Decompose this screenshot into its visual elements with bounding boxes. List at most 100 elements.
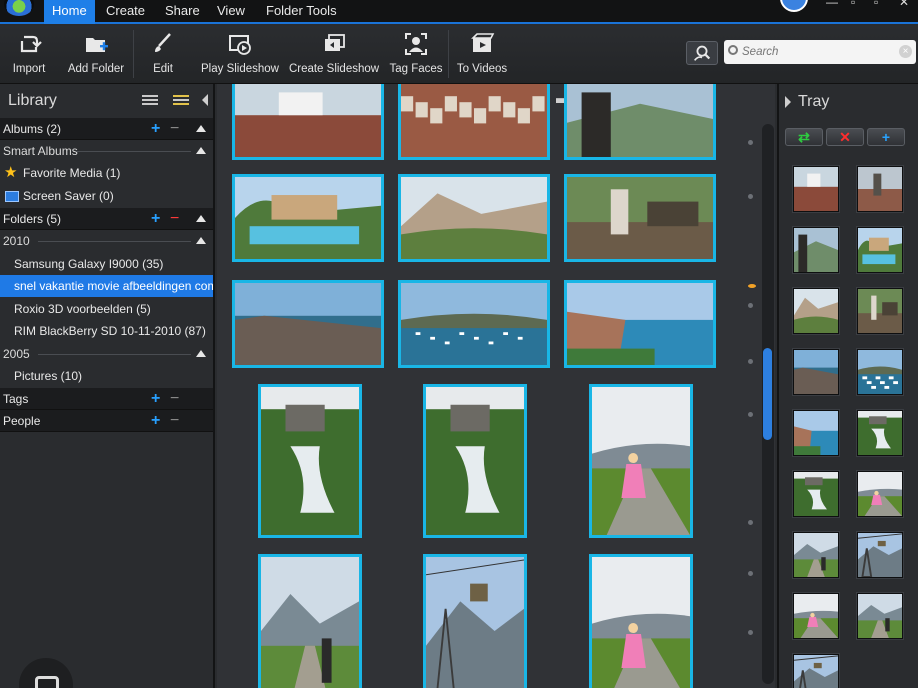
folder-item[interactable]: Pictures (10) [0,365,213,387]
folder-item[interactable]: Roxio 3D voorbeelden (5) [0,298,213,320]
tag-faces-button[interactable]: Tag Faces [388,26,444,84]
tab-folder-tools[interactable]: Folder Tools [258,0,345,24]
albums-section[interactable]: Albums (2) + − [0,118,213,140]
tray-thumbnail[interactable] [793,288,839,334]
tray-thumbnail[interactable] [857,410,903,456]
add-folder-icon[interactable]: + [151,208,160,229]
collapse-panel-icon[interactable] [202,94,208,106]
tray-thumbnail[interactable] [857,166,903,212]
photo-thumbnail[interactable] [589,554,693,688]
restore-icon[interactable]: ▫ [874,0,878,9]
tray-thumbnail[interactable] [857,471,903,517]
folder-item-selected[interactable]: snel vakantie movie afbeeldingen compi [0,275,213,297]
favorite-media-item[interactable]: ★ Favorite Media (1) [0,162,213,184]
photo-thumbnail[interactable] [258,384,362,538]
add-person-icon[interactable]: + [151,410,160,431]
scrollbar-thumb[interactable] [763,348,772,440]
timeline-marker[interactable] [748,359,753,364]
collapse-folders-icon[interactable] [196,215,206,222]
timeline-marker[interactable] [748,140,753,145]
tray-thumbnail[interactable] [793,593,839,639]
photo-thumbnail[interactable] [232,174,384,262]
photo-thumbnail[interactable] [589,384,693,538]
remove-tag-icon[interactable]: − [170,388,179,409]
tray-thumbnail[interactable] [857,593,903,639]
tray-add-button[interactable]: + [867,128,905,146]
photo-thumbnail[interactable] [423,554,527,688]
tags-section[interactable]: Tags + − [0,388,213,410]
photo-thumbnail[interactable] [398,280,550,368]
tray-thumbnail[interactable] [793,471,839,517]
to-videos-button[interactable]: To Videos [454,26,510,84]
photo-thumbnail[interactable] [423,384,527,538]
add-album-icon[interactable]: + [151,118,160,139]
import-button[interactable]: Import [8,26,50,84]
add-tag-icon[interactable]: + [151,388,160,409]
tray-remove-button[interactable]: ✕ [826,128,864,146]
app-logo-icon[interactable] [4,0,34,16]
expand-tray-icon[interactable] [785,96,791,108]
collapse-smart-albums-icon[interactable] [196,147,206,154]
play-slideshow-button[interactable]: Play Slideshow [199,26,281,84]
face-search-button[interactable] [686,41,718,65]
photo-thumbnail[interactable] [564,280,716,368]
tab-home[interactable]: Home [44,0,95,24]
timeline-marker[interactable] [748,520,753,525]
tray-thumbnail[interactable] [857,532,903,578]
remove-person-icon[interactable]: − [170,410,179,431]
folder-item[interactable]: Samsung Galaxy I9000 (35) [0,253,213,275]
remove-folder-icon[interactable]: − [170,208,179,229]
screen-saver-item[interactable]: Screen Saver (0) [0,185,213,207]
tray-thumbnail[interactable] [857,227,903,273]
photo-thumbnail[interactable] [564,84,716,160]
edit-button[interactable]: Edit [146,26,180,84]
tray-recycle-button[interactable]: ⇄ [785,128,823,146]
search-input[interactable] [742,43,892,61]
folders-section[interactable]: Folders (5) + − [0,208,213,230]
tab-share[interactable]: Share [157,0,208,24]
vertical-scrollbar[interactable] [762,124,774,684]
tray-thumbnail[interactable] [857,349,903,395]
minimize-icon[interactable]: — [826,0,838,9]
photo-thumbnail[interactable] [564,174,716,262]
create-slideshow-button[interactable]: Create Slideshow [289,26,379,84]
current-position-marker[interactable] [748,284,756,288]
sort-icon[interactable] [142,95,158,105]
photo-thumbnail[interactable] [258,554,362,688]
photo-thumbnail[interactable] [398,174,550,262]
year-2005-group[interactable]: 2005 [0,343,213,365]
tab-create[interactable]: Create [98,0,153,24]
maximize-icon[interactable]: ▫ [851,0,855,9]
smart-albums-section[interactable]: Smart Albums [0,140,213,162]
help-icon[interactable] [780,0,808,12]
tray-thumbnail[interactable] [793,227,839,273]
folder-item[interactable]: RIM BlackBerry SD 10-11-2010 (87) [0,320,213,342]
tray-thumbnail[interactable] [793,532,839,578]
add-folder-button[interactable]: Add Folder [65,26,127,84]
timeline-marker[interactable] [748,303,753,308]
tray-thumbnail[interactable] [793,654,839,688]
timeline-marker[interactable] [748,412,753,417]
tray-thumbnail[interactable] [793,166,839,212]
tab-view[interactable]: View [209,0,253,24]
tray-thumbnail[interactable] [793,349,839,395]
timeline-marker[interactable] [748,194,753,199]
photo-thumbnail[interactable] [398,84,550,160]
folder-item-label: RIM BlackBerry SD 10-11-2010 (87) [14,324,206,338]
photo-thumbnail[interactable] [232,280,384,368]
people-section[interactable]: People + − [0,410,213,432]
tray-thumbnail[interactable] [857,288,903,334]
collapse-albums-icon[interactable] [196,125,206,132]
timeline-marker[interactable] [748,630,753,635]
search-box[interactable]: × [724,40,916,64]
view-options-icon[interactable] [173,95,189,105]
year-2010-group[interactable]: 2010 [0,230,213,252]
tray-thumbnail[interactable] [793,410,839,456]
timeline-marker[interactable] [748,571,753,576]
photo-thumbnail[interactable] [232,84,384,160]
collapse-2010-icon[interactable] [196,237,206,244]
close-icon[interactable]: ✕ [899,0,909,9]
clear-search-icon[interactable]: × [899,45,912,58]
collapse-2005-icon[interactable] [196,350,206,357]
remove-album-icon[interactable]: − [170,118,179,139]
